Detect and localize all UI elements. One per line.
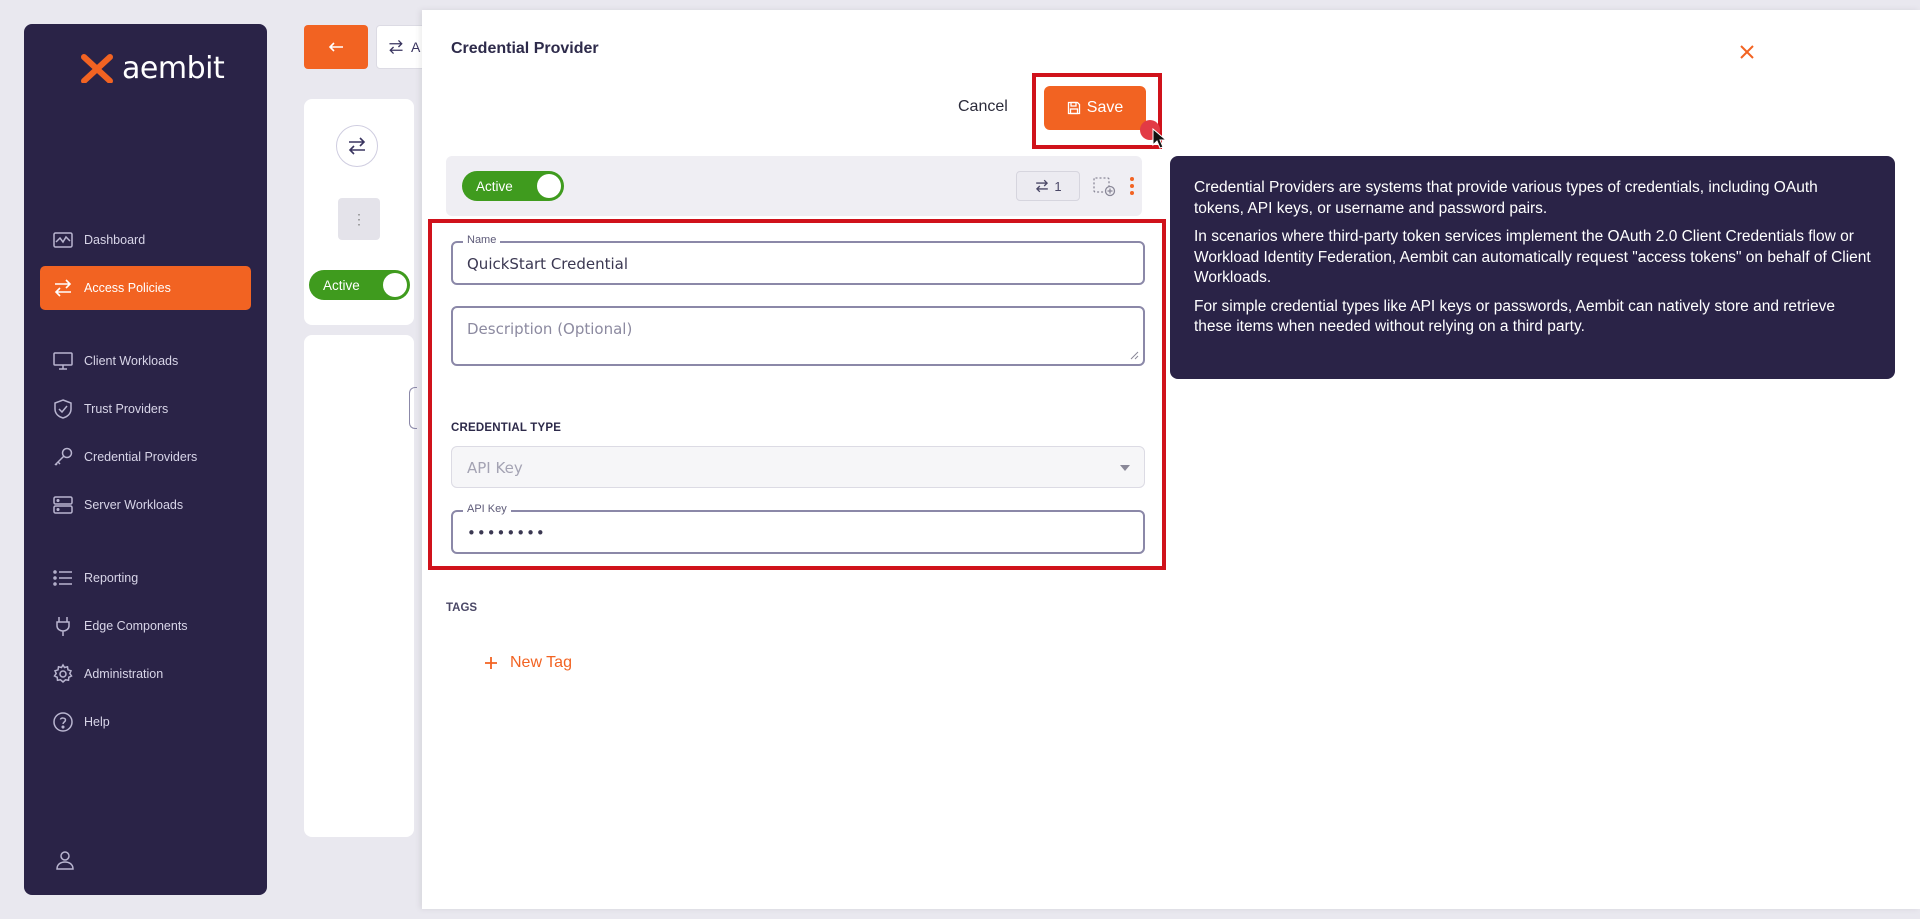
plug-icon bbox=[56, 617, 70, 636]
sidebar-item-help[interactable]: Help bbox=[40, 700, 251, 744]
sidebar-item-label: Edge Components bbox=[84, 619, 188, 633]
info-tooltip: Credential Providers are systems that pr… bbox=[1170, 156, 1895, 379]
monitor-icon bbox=[53, 352, 73, 370]
description-field[interactable]: Description (Optional) bbox=[451, 306, 1145, 366]
policy-summary-card: ⋮ Active bbox=[304, 99, 414, 325]
more-options-icon[interactable] bbox=[1126, 175, 1138, 197]
sidebar-item-label: Credential Providers bbox=[84, 450, 198, 464]
toggle-label: Active bbox=[476, 178, 513, 194]
policy-kebab-button[interactable]: ⋮ bbox=[338, 198, 380, 240]
arrows-icon bbox=[54, 279, 72, 297]
mouse-pointer-icon bbox=[1152, 128, 1168, 149]
sidebar: aembit Dashboard Access Policies Client … bbox=[24, 24, 267, 895]
toggle-knob bbox=[383, 273, 407, 297]
description-placeholder: Description (Optional) bbox=[467, 320, 633, 338]
new-tag-button[interactable]: New Tag bbox=[484, 654, 572, 672]
toggle-knob bbox=[537, 174, 561, 198]
shield-icon bbox=[54, 399, 72, 419]
sidebar-item-label: Server Workloads bbox=[84, 498, 184, 512]
list-icon bbox=[53, 570, 72, 586]
sidebar-item-server-workloads[interactable]: Server Workloads bbox=[40, 483, 251, 527]
sidebar-item-reporting[interactable]: Reporting bbox=[40, 556, 251, 600]
save-button[interactable]: Save bbox=[1044, 86, 1146, 130]
toggle-label: Active bbox=[323, 277, 360, 293]
aembit-logo[interactable]: aembit bbox=[80, 48, 225, 88]
panel-title: Credential Provider bbox=[451, 40, 599, 57]
cancel-button[interactable]: Cancel bbox=[958, 98, 1008, 116]
sidebar-item-label: Trust Providers bbox=[84, 402, 169, 416]
sidebar-item-credential-providers[interactable]: Credential Providers bbox=[40, 435, 251, 479]
sidebar-item-label: Administration bbox=[84, 667, 164, 681]
policy-active-toggle[interactable]: Active bbox=[309, 270, 410, 300]
info-paragraph: Credential Providers are systems that pr… bbox=[1194, 179, 1818, 217]
aembit-logo-icon bbox=[81, 54, 113, 83]
sidebar-item-label: Reporting bbox=[84, 571, 139, 585]
key-icon bbox=[54, 447, 73, 466]
sidebar-item-label: Client Workloads bbox=[84, 354, 179, 368]
save-button-label: Save bbox=[1086, 99, 1124, 116]
name-field[interactable]: Name QuickStart Credential bbox=[451, 234, 1145, 285]
save-icon bbox=[1067, 101, 1080, 115]
credential-type-value: API Key bbox=[467, 459, 523, 477]
sidebar-item-edge-components[interactable]: Edge Components bbox=[40, 604, 251, 648]
api-key-field[interactable]: API Key •••••••• bbox=[451, 503, 1145, 554]
status-bar: Active 1 bbox=[446, 156, 1142, 216]
info-paragraph: In scenarios where third-party token ser… bbox=[1194, 228, 1871, 286]
new-tag-label: New Tag bbox=[510, 654, 572, 671]
server-icon bbox=[53, 496, 73, 514]
access-policy-tab-label: A bbox=[411, 39, 421, 55]
close-icon[interactable] bbox=[1738, 43, 1756, 61]
tags-heading: TAGS bbox=[446, 602, 478, 614]
name-field-value: QuickStart Credential bbox=[467, 255, 629, 273]
logo-text: aembit bbox=[122, 50, 225, 86]
linked-policies-count: 1 bbox=[1054, 178, 1062, 194]
credential-type-select[interactable]: API Key bbox=[451, 446, 1145, 488]
api-key-field-label: API Key bbox=[463, 503, 511, 515]
help-icon bbox=[53, 712, 73, 732]
sidebar-item-administration[interactable]: Administration bbox=[40, 652, 251, 696]
policy-detail-card bbox=[304, 335, 417, 837]
linked-policies-badge[interactable]: 1 bbox=[1016, 171, 1080, 201]
policy-detail-field bbox=[409, 387, 417, 429]
active-toggle[interactable]: Active bbox=[462, 171, 564, 201]
arrows-icon bbox=[348, 137, 366, 155]
user-profile-icon[interactable] bbox=[54, 849, 76, 871]
policy-avatar bbox=[336, 125, 378, 167]
sidebar-item-label: Dashboard bbox=[84, 233, 146, 247]
resize-grip-icon[interactable] bbox=[1129, 350, 1139, 360]
sidebar-item-access-policies[interactable]: Access Policies bbox=[40, 266, 251, 310]
sidebar-item-client-workloads[interactable]: Client Workloads bbox=[40, 339, 251, 383]
arrows-icon bbox=[389, 39, 403, 55]
sidebar-item-label: Access Policies bbox=[84, 281, 171, 295]
arrows-icon bbox=[1036, 179, 1049, 193]
gear-icon bbox=[53, 663, 73, 683]
sidebar-item-label: Help bbox=[84, 715, 110, 729]
sidebar-item-dashboard[interactable]: Dashboard bbox=[40, 218, 251, 262]
name-field-label: Name bbox=[463, 234, 501, 246]
arrow-left-icon bbox=[328, 42, 343, 52]
plus-icon bbox=[485, 657, 497, 669]
api-key-field-value: •••••••• bbox=[467, 524, 546, 542]
dashboard-icon bbox=[53, 232, 73, 248]
credential-type-heading: CREDENTIAL TYPE bbox=[451, 422, 562, 434]
credential-provider-panel: Credential Provider Cancel Save Active 1… bbox=[422, 10, 1920, 909]
info-paragraph: For simple credential types like API key… bbox=[1194, 297, 1835, 336]
chevron-down-icon bbox=[1120, 465, 1130, 471]
sidebar-item-trust-providers[interactable]: Trust Providers bbox=[40, 387, 251, 431]
back-button[interactable] bbox=[304, 25, 368, 69]
add-to-group-icon[interactable] bbox=[1092, 175, 1116, 197]
